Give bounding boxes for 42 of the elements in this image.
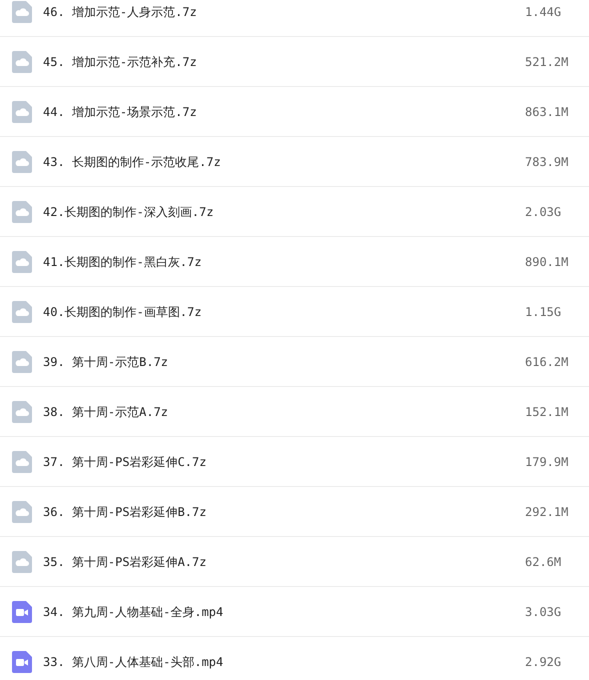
- cloud-file-icon: [12, 350, 32, 372]
- file-name[interactable]: 43. 长期图的制作-示范收尾.7z: [43, 152, 513, 170]
- file-size: 152.1M: [525, 404, 568, 420]
- file-name[interactable]: 35. 第十周-PS岩彩延伸A.7z: [43, 552, 513, 570]
- file-name[interactable]: 41.长期图的制作-黑白灰.7z: [43, 252, 513, 270]
- file-name[interactable]: 36. 第十周-PS岩彩延伸B.7z: [43, 502, 513, 520]
- file-name[interactable]: 40.长期图的制作-画草图.7z: [43, 302, 513, 320]
- file-size: 521.2M: [525, 54, 568, 70]
- file-size: 3.03G: [525, 604, 562, 620]
- cloud-file-icon: [12, 300, 32, 322]
- file-size: 783.9M: [525, 154, 568, 170]
- file-size: 1.44G: [525, 4, 562, 20]
- cloud-file-icon: [12, 250, 32, 272]
- file-name[interactable]: 39. 第十周-示范B.7z: [43, 352, 513, 370]
- file-size: 292.1M: [525, 504, 568, 520]
- file-name[interactable]: 45. 增加示范-示范补充.7z: [43, 52, 513, 70]
- cloud-file-icon: [12, 500, 32, 522]
- cloud-file-icon: [12, 150, 32, 172]
- file-name[interactable]: 38. 第十周-示范A.7z: [43, 402, 513, 420]
- file-name[interactable]: 33. 第八周-人体基础-头部.mp4: [43, 652, 513, 670]
- cloud-file-icon: [12, 100, 32, 122]
- cloud-file-icon: [12, 550, 32, 572]
- file-size: 863.1M: [525, 104, 568, 120]
- cloud-file-icon: [12, 50, 32, 72]
- cloud-file-icon: [12, 0, 32, 22]
- cloud-file-icon: [12, 450, 32, 472]
- file-size: 890.1M: [525, 254, 568, 270]
- file-size: 1.15G: [525, 304, 562, 320]
- file-name[interactable]: 34. 第九周-人物基础-全身.mp4: [43, 602, 513, 620]
- file-size: 616.2M: [525, 354, 568, 370]
- file-name[interactable]: 44. 增加示范-场景示范.7z: [43, 102, 513, 120]
- file-size: 2.92G: [525, 654, 562, 670]
- file-name[interactable]: 42.长期图的制作-深入刻画.7z: [43, 202, 513, 220]
- file-size: 62.6M: [525, 554, 562, 570]
- video-file-icon: [12, 650, 32, 672]
- cloud-file-icon: [12, 400, 32, 422]
- file-name[interactable]: 37. 第十周-PS岩彩延伸C.7z: [43, 452, 513, 470]
- file-size: 179.9M: [525, 454, 568, 470]
- file-size: 2.03G: [525, 204, 562, 220]
- cloud-file-icon: [12, 200, 32, 222]
- file-name[interactable]: 46. 增加示范-人身示范.7z: [43, 2, 513, 20]
- video-file-icon: [12, 600, 32, 622]
